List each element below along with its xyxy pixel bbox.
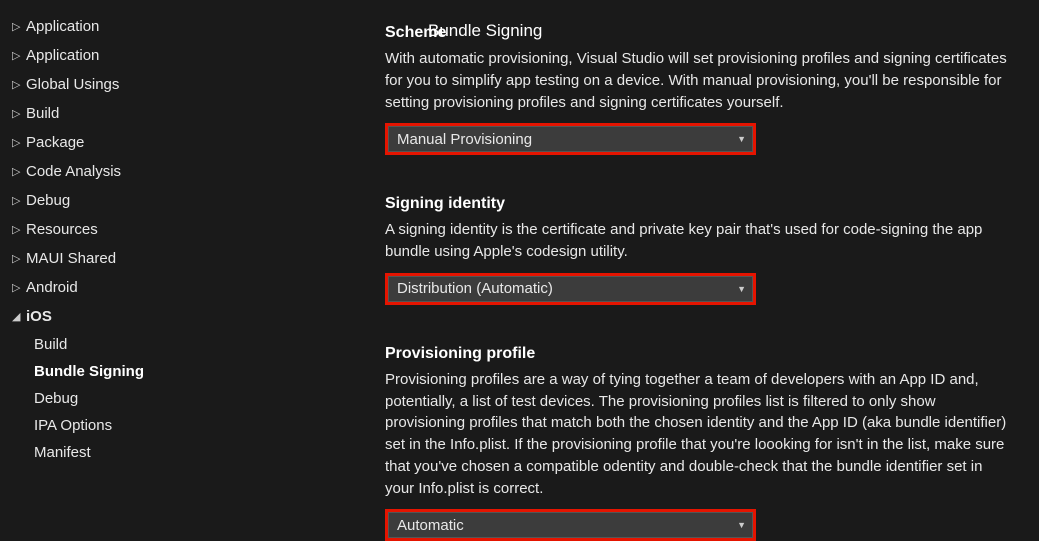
sidebar-item-android[interactable]: ▷ Android xyxy=(8,273,210,302)
sidebar-item-label: Build xyxy=(26,105,59,122)
chevron-right-icon: ▷ xyxy=(12,194,26,207)
chevron-right-icon: ▷ xyxy=(12,223,26,236)
sidebar-item-label: Resources xyxy=(26,221,98,238)
sidebar-child-label: Debug xyxy=(34,390,78,407)
sidebar: ▷ Application ▷ Application ▷ Global Usi… xyxy=(0,0,210,535)
field-description: With automatic provisioning, Visual Stud… xyxy=(385,48,1015,113)
chevron-right-icon: ▷ xyxy=(12,20,26,33)
chevron-right-icon: ▷ xyxy=(12,165,26,178)
field-provisioning-profile: Provisioning profile Provisioning profil… xyxy=(385,345,1019,541)
dropdown-value: Automatic xyxy=(397,517,464,534)
sidebar-item-ios[interactable]: ◢ iOS xyxy=(8,302,210,331)
chevron-right-icon: ▷ xyxy=(12,78,26,91)
sidebar-item-label: Application xyxy=(26,18,99,35)
sidebar-item-code-analysis[interactable]: ▷ Code Analysis xyxy=(8,157,210,186)
sidebar-item-resources[interactable]: ▷ Resources xyxy=(8,215,210,244)
sidebar-child-label: Build xyxy=(34,336,67,353)
sidebar-item-label: Code Analysis xyxy=(26,163,121,180)
sidebar-child-build[interactable]: Build xyxy=(8,331,210,358)
chevron-right-icon: ▷ xyxy=(12,252,26,265)
sidebar-item-global-usings[interactable]: ▷ Global Usings xyxy=(8,70,210,99)
field-label: Signing identity xyxy=(385,195,1019,213)
sidebar-item-label: Package xyxy=(26,134,84,151)
sidebar-child-label: Bundle Signing xyxy=(34,363,144,380)
sidebar-item-debug[interactable]: ▷ Debug xyxy=(8,186,210,215)
sidebar-item-build[interactable]: ▷ Build xyxy=(8,99,210,128)
field-label: Provisioning profile xyxy=(385,345,1019,363)
sidebar-item-maui-shared[interactable]: ▷ MAUI Shared xyxy=(8,244,210,273)
sidebar-item-label: MAUI Shared xyxy=(26,250,116,267)
scheme-dropdown[interactable]: Manual Provisioning ▼ xyxy=(388,126,753,152)
sidebar-item-label: Android xyxy=(26,279,78,296)
highlight-box: Distribution (Automatic) ▼ xyxy=(385,273,756,305)
chevron-down-icon: ◢ xyxy=(12,310,26,323)
sidebar-item-package[interactable]: ▷ Package xyxy=(8,128,210,157)
field-description: Provisioning profiles are a way of tying… xyxy=(385,369,1015,500)
field-scheme: Scheme With automatic provisioning, Visu… xyxy=(385,24,1019,155)
sidebar-item-label: Application xyxy=(26,47,99,64)
chevron-down-icon: ▼ xyxy=(737,520,746,530)
sidebar-child-bundle-signing[interactable]: Bundle Signing xyxy=(8,358,210,385)
signing-identity-dropdown[interactable]: Distribution (Automatic) ▼ xyxy=(388,276,753,302)
sidebar-child-label: Manifest xyxy=(34,444,91,461)
chevron-down-icon: ▼ xyxy=(737,134,746,144)
chevron-down-icon: ▼ xyxy=(737,284,746,294)
chevron-right-icon: ▷ xyxy=(12,49,26,62)
sidebar-item-label: Debug xyxy=(26,192,70,209)
field-description: A signing identity is the certificate an… xyxy=(385,219,1015,263)
sidebar-child-manifest[interactable]: Manifest xyxy=(8,439,210,466)
field-signing-identity: Signing identity A signing identity is t… xyxy=(385,195,1019,305)
chevron-right-icon: ▷ xyxy=(12,281,26,294)
sidebar-child-debug[interactable]: Debug xyxy=(8,385,210,412)
provisioning-profile-dropdown[interactable]: Automatic ▼ xyxy=(388,512,753,538)
highlight-box: Automatic ▼ xyxy=(385,509,756,541)
sidebar-child-ipa-options[interactable]: IPA Options xyxy=(8,412,210,439)
sidebar-item-label: iOS xyxy=(26,308,52,325)
sidebar-item-label: Global Usings xyxy=(26,76,119,93)
highlight-box: Manual Provisioning ▼ xyxy=(385,123,756,155)
section-title: Bundle Signing xyxy=(428,18,542,44)
sidebar-child-label: IPA Options xyxy=(34,417,112,434)
sidebar-item-application[interactable]: ▷ Application xyxy=(8,41,210,70)
content-panel: Bundle Signing Scheme With automatic pro… xyxy=(210,0,1039,535)
chevron-right-icon: ▷ xyxy=(12,107,26,120)
dropdown-value: Manual Provisioning xyxy=(397,131,532,148)
dropdown-value: Distribution (Automatic) xyxy=(397,280,553,297)
chevron-right-icon: ▷ xyxy=(12,136,26,149)
sidebar-item-application[interactable]: ▷ Application xyxy=(8,12,210,41)
